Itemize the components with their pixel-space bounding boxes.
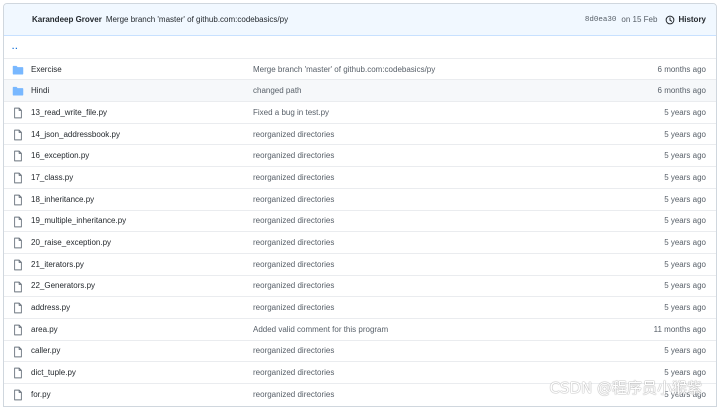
- commit-message-link[interactable]: reorganized directories: [253, 216, 334, 225]
- table-row[interactable]: 21_iterators.py reorganized directories 5 …: [4, 252, 716, 275]
- commit-age: 6 months ago: [657, 86, 706, 96]
- table-row[interactable]: Exercise Merge branch 'master' of github.…: [4, 57, 716, 80]
- parent-directory-link[interactable]: ..: [12, 42, 18, 51]
- commit-message-link[interactable]: reorganized directories: [253, 260, 334, 269]
- commit-author[interactable]: Karandeep Grover: [32, 15, 102, 24]
- commit-age: 11 months ago: [653, 324, 706, 334]
- commit-message-link[interactable]: changed path: [253, 86, 302, 95]
- table-row[interactable]: 17_class.py reorganized directories 5 year…: [4, 166, 716, 188]
- latest-commit-bar: Karandeep Grover Merge branch 'master' o…: [4, 4, 716, 36]
- file-icon: [12, 150, 24, 162]
- history-icon: [666, 15, 675, 24]
- file-icon: [12, 389, 24, 401]
- commit-message-link[interactable]: reorganized directories: [253, 130, 334, 139]
- commit-message-link[interactable]: reorganized directories: [253, 390, 334, 399]
- commit-age: 5 years ago: [664, 368, 706, 378]
- commit-message-link[interactable]: Added valid comment for this program: [253, 325, 388, 334]
- file-name-link[interactable]: 16_exception.py: [31, 151, 89, 160]
- commit-message-link[interactable]: reorganized directories: [253, 238, 334, 247]
- file-name-link[interactable]: 13_read_write_file.py: [31, 108, 107, 117]
- table-row[interactable]: 19_multiple_inheritance.py reorganized di…: [4, 209, 716, 232]
- commit-message-link[interactable]: reorganized directories: [253, 151, 334, 160]
- file-list: Exercise Merge branch 'master' of github.…: [4, 57, 716, 405]
- table-row[interactable]: 20_raise_exception.py reorganized directo…: [4, 231, 716, 253]
- commit-age: 5 years ago: [664, 346, 706, 356]
- file-icon: [12, 259, 24, 271]
- file-icon: [12, 194, 24, 206]
- file-name-link[interactable]: dict_tuple.py: [31, 368, 76, 377]
- file-name-link[interactable]: Hindi: [31, 86, 49, 95]
- file-name-link[interactable]: 14_json_addressbook.py: [31, 130, 120, 139]
- commit-age: 5 years ago: [664, 151, 706, 161]
- commit-sha[interactable]: 8d0ea30: [585, 16, 617, 24]
- file-name-link[interactable]: area.py: [31, 325, 58, 334]
- table-row[interactable]: 16_exception.py reorganized directories 5 …: [4, 144, 716, 166]
- commit-age: 6 months ago: [657, 64, 706, 74]
- commit-message-link[interactable]: reorganized directories: [253, 346, 334, 355]
- commit-age: 5 years ago: [664, 107, 706, 117]
- commit-message-link[interactable]: Merge branch 'master' of github.com:code…: [253, 65, 435, 74]
- file-icon: [12, 346, 24, 358]
- history-label: History: [678, 15, 706, 24]
- file-icon: [12, 129, 24, 141]
- table-row[interactable]: area.py Added valid comment for this prog…: [4, 317, 716, 340]
- file-icon: [12, 302, 24, 314]
- commit-message[interactable]: Merge branch 'master' of github.com:code…: [106, 15, 288, 24]
- file-icon: [12, 367, 24, 379]
- file-browser: Karandeep Grover Merge branch 'master' o…: [3, 3, 717, 407]
- commit-age: 5 years ago: [664, 216, 706, 226]
- file-icon: [12, 216, 24, 228]
- commit-message-link[interactable]: reorganized directories: [253, 368, 334, 377]
- file-icon: [12, 107, 24, 119]
- commit-age: 5 years ago: [664, 172, 706, 182]
- file-name-link[interactable]: 17_class.py: [31, 173, 73, 182]
- file-name-link[interactable]: caller.py: [31, 346, 60, 355]
- file-name-link[interactable]: 22_Generators.py: [31, 281, 95, 290]
- commit-age: 5 years ago: [664, 303, 706, 313]
- file-name-link[interactable]: 20_raise_exception.py: [31, 238, 111, 247]
- file-name-link[interactable]: Exercise: [31, 65, 62, 74]
- folder-icon: [12, 64, 24, 76]
- commit-message-link[interactable]: reorganized directories: [253, 195, 334, 204]
- table-row[interactable]: caller.py reorganized directories 5 years …: [4, 339, 716, 362]
- commit-age: 5 years ago: [664, 238, 706, 248]
- commit-age: 5 years ago: [664, 281, 706, 291]
- table-row[interactable]: 22_Generators.py reorganized directories 5…: [4, 274, 716, 297]
- file-name-link[interactable]: for.py: [31, 390, 51, 399]
- commit-age: 5 years ago: [664, 129, 706, 139]
- table-row[interactable]: Hindi changed path 6 months ago: [4, 79, 716, 102]
- file-icon: [12, 281, 24, 293]
- watermark: CSDN @程序员小猴紫: [549, 379, 702, 397]
- table-row[interactable]: 14_json_addressbook.py reorganized direct…: [4, 122, 716, 145]
- parent-directory-row[interactable]: ..: [4, 36, 716, 58]
- file-icon: [12, 172, 24, 184]
- table-row[interactable]: 18_inheritance.py reorganized directories…: [4, 187, 716, 210]
- commit-age: 5 years ago: [664, 259, 706, 269]
- commit-age: 5 years ago: [664, 194, 706, 204]
- file-name-link[interactable]: address.py: [31, 303, 70, 312]
- folder-icon: [12, 85, 24, 97]
- commit-message-link[interactable]: reorganized directories: [253, 281, 334, 290]
- commit-message-link[interactable]: Fixed a bug in test.py: [253, 108, 329, 117]
- file-icon: [12, 237, 24, 249]
- file-name-link[interactable]: 19_multiple_inheritance.py: [31, 216, 126, 225]
- commit-date: on 15 Feb: [621, 15, 658, 24]
- avatar[interactable]: [12, 13, 26, 27]
- table-row[interactable]: 13_read_write_file.py Fixed a bug in test…: [4, 101, 716, 123]
- file-name-link[interactable]: 18_inheritance.py: [31, 195, 94, 204]
- commit-message-link[interactable]: reorganized directories: [253, 303, 334, 312]
- file-name-link[interactable]: 21_iterators.py: [31, 260, 84, 269]
- history-button[interactable]: History: [665, 15, 706, 25]
- file-icon: [12, 324, 24, 336]
- commit-message-link[interactable]: reorganized directories: [253, 173, 334, 182]
- table-row[interactable]: address.py reorganized directories 5 years…: [4, 296, 716, 318]
